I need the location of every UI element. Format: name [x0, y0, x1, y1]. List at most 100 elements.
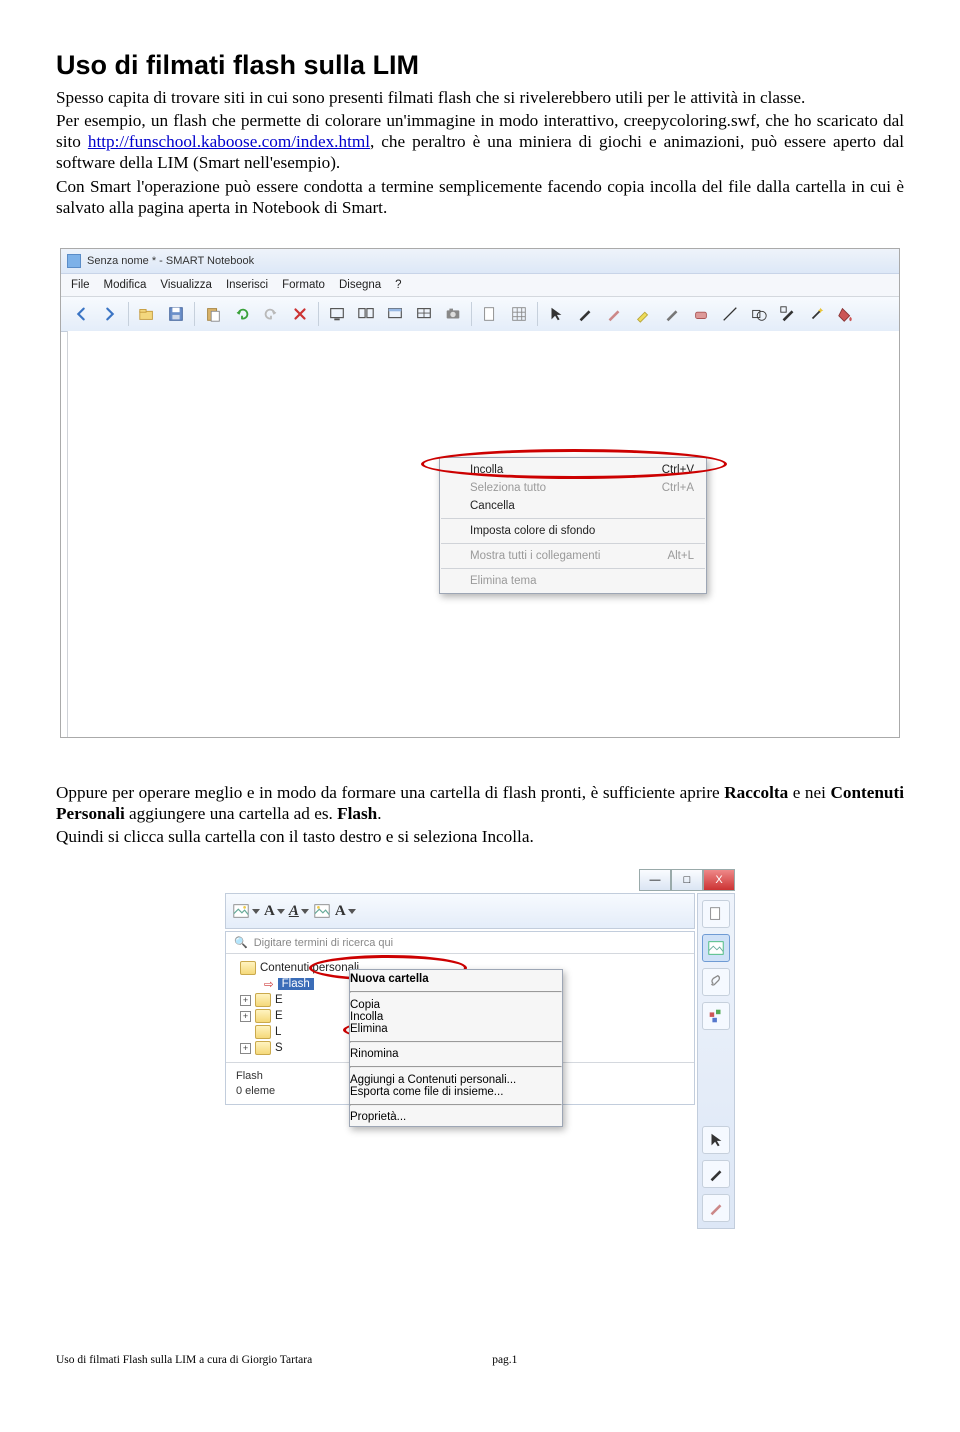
picture-icon[interactable]: [232, 902, 250, 920]
ctx-elimina-tema[interactable]: Elimina tema: [440, 572, 706, 590]
undo-icon[interactable]: [228, 300, 256, 328]
folder-icon: [255, 1009, 271, 1023]
screen4-icon[interactable]: [410, 300, 438, 328]
sep-icon: [537, 302, 538, 326]
menu-help[interactable]: ?: [395, 279, 401, 291]
expander-icon[interactable]: +: [240, 1011, 251, 1022]
doc-icon[interactable]: [476, 300, 504, 328]
tab-pages-icon[interactable]: [702, 900, 730, 928]
pen-black-icon[interactable]: [571, 300, 599, 328]
paragraph-5: Quindi si clicca sulla cartella con il t…: [56, 826, 904, 847]
menu-disegna[interactable]: Disegna: [339, 279, 381, 291]
paragraph-4: Oppure per operare meglio e in modo da f…: [56, 782, 904, 824]
table-icon[interactable]: [505, 300, 533, 328]
menu-modifica[interactable]: Modifica: [104, 279, 147, 291]
shape-icon[interactable]: [745, 300, 773, 328]
ctx-sep: [441, 518, 705, 519]
ctx-cancella[interactable]: Cancella: [440, 497, 706, 515]
dropdown-icon[interactable]: [301, 909, 309, 914]
sep-icon: [318, 302, 319, 326]
search-placeholder[interactable]: Digitare termini di ricerca qui: [254, 937, 393, 949]
menu-formato[interactable]: Formato: [282, 279, 325, 291]
p4a: Oppure per operare meglio e in modo da f…: [56, 783, 724, 802]
open-icon[interactable]: [133, 300, 161, 328]
screen1-icon[interactable]: [323, 300, 351, 328]
ctx-collegamenti[interactable]: Mostra tutti i collegamentiAlt+L: [440, 547, 706, 565]
fill-icon[interactable]: [832, 300, 860, 328]
screenshot-notebook-window: Senza nome * - SMART Notebook File Modif…: [60, 248, 900, 738]
app-favicon-icon: [67, 254, 81, 268]
menu-visualizza[interactable]: Visualizza: [160, 279, 212, 291]
text-A-normal[interactable]: A: [264, 903, 275, 920]
ctx2-copia[interactable]: Copia: [350, 999, 562, 1011]
screen2-icon[interactable]: [352, 300, 380, 328]
pen-color-icon[interactable]: [600, 300, 628, 328]
ctx2-incolla[interactable]: Incolla: [350, 1011, 562, 1023]
menu-file[interactable]: File: [71, 279, 90, 291]
pointer-icon[interactable]: [542, 300, 570, 328]
ctx-sep: [441, 568, 705, 569]
toolbar: [61, 297, 899, 332]
menu-inserisci[interactable]: Inserisci: [226, 279, 268, 291]
url-link[interactable]: http://funschool.kaboose.com/index.html: [88, 132, 370, 151]
eraser-icon[interactable]: [687, 300, 715, 328]
paragraph-2: Per esempio, un flash che permette di co…: [56, 110, 904, 173]
line-icon[interactable]: [716, 300, 744, 328]
minimize-button[interactable]: —: [639, 869, 671, 891]
toolstrip-2: A A A: [225, 893, 695, 929]
titlebar: Senza nome * - SMART Notebook: [61, 249, 899, 274]
tab-gallery-icon[interactable]: [702, 934, 730, 962]
ctx-sep: [350, 1066, 562, 1068]
screenshot-gallery-panel: — □ X A A A 🔍 Digitare termini di ricerc…: [225, 869, 735, 1229]
redo-icon[interactable]: [257, 300, 285, 328]
paste-icon[interactable]: [199, 300, 227, 328]
expander-icon[interactable]: +: [240, 1043, 251, 1054]
close-button[interactable]: X: [703, 869, 735, 891]
dropdown-icon[interactable]: [348, 909, 356, 914]
palette-pointer-icon[interactable]: [702, 1126, 730, 1154]
ctx-sep: [350, 1041, 562, 1043]
save-icon[interactable]: [162, 300, 190, 328]
back-icon[interactable]: [67, 300, 95, 328]
paragraph-1: Spesso capita di trovare siti in cui son…: [56, 87, 904, 108]
ctx-sfondo[interactable]: Imposta colore di sfondo: [440, 522, 706, 540]
tab-attach-icon[interactable]: [702, 968, 730, 996]
highlighter-icon[interactable]: [629, 300, 657, 328]
dropdown-icon[interactable]: [277, 909, 285, 914]
text-A-format[interactable]: A: [289, 903, 299, 920]
picture-icon-2[interactable]: [313, 902, 331, 920]
text-A-combo[interactable]: A: [335, 903, 346, 920]
folder-icon: [240, 961, 256, 975]
side-palette: [697, 893, 735, 1229]
window-title: Senza nome * - SMART Notebook: [87, 255, 254, 267]
footer-page: pag.1: [492, 1354, 517, 1366]
delete-icon[interactable]: [286, 300, 314, 328]
ctx2-nuova-cartella[interactable]: Nuova cartella: [350, 973, 562, 985]
tab-props-icon[interactable]: [702, 1002, 730, 1030]
folder-icon: [255, 1025, 271, 1039]
ctx2-proprieta[interactable]: Proprietà...: [350, 1111, 562, 1123]
palette-pen-icon[interactable]: [702, 1160, 730, 1188]
magicpen-icon[interactable]: [803, 300, 831, 328]
shapepen-icon[interactable]: [774, 300, 802, 328]
maximize-button[interactable]: □: [671, 869, 703, 891]
ctx-sep: [350, 1104, 562, 1106]
expander-icon[interactable]: +: [240, 995, 251, 1006]
sep-icon: [194, 302, 195, 326]
ctx2-rinomina[interactable]: Rinomina: [350, 1048, 562, 1060]
ctx2-elimina[interactable]: Elimina: [350, 1023, 562, 1035]
p4-flash: Flash: [337, 804, 377, 823]
context-menu-2: Nuova cartella Copia Incolla Elimina Rin…: [349, 969, 563, 1127]
screen3-icon[interactable]: [381, 300, 409, 328]
window-controls: — □ X: [639, 869, 735, 891]
forward-icon[interactable]: [96, 300, 124, 328]
ctx-seleziona-tutto[interactable]: Seleziona tuttoCtrl+A: [440, 479, 706, 497]
palette-pen2-icon[interactable]: [702, 1194, 730, 1222]
ctx-sep: [350, 991, 562, 993]
annotation-ellipse-incolla: [421, 449, 727, 479]
ctx2-aggiungi[interactable]: Aggiungi a Contenuti personali...: [350, 1074, 562, 1086]
camera-icon[interactable]: [439, 300, 467, 328]
ctx2-esporta[interactable]: Esporta come file di insieme...: [350, 1086, 562, 1098]
pen3-icon[interactable]: [658, 300, 686, 328]
dropdown-icon[interactable]: [252, 909, 260, 914]
